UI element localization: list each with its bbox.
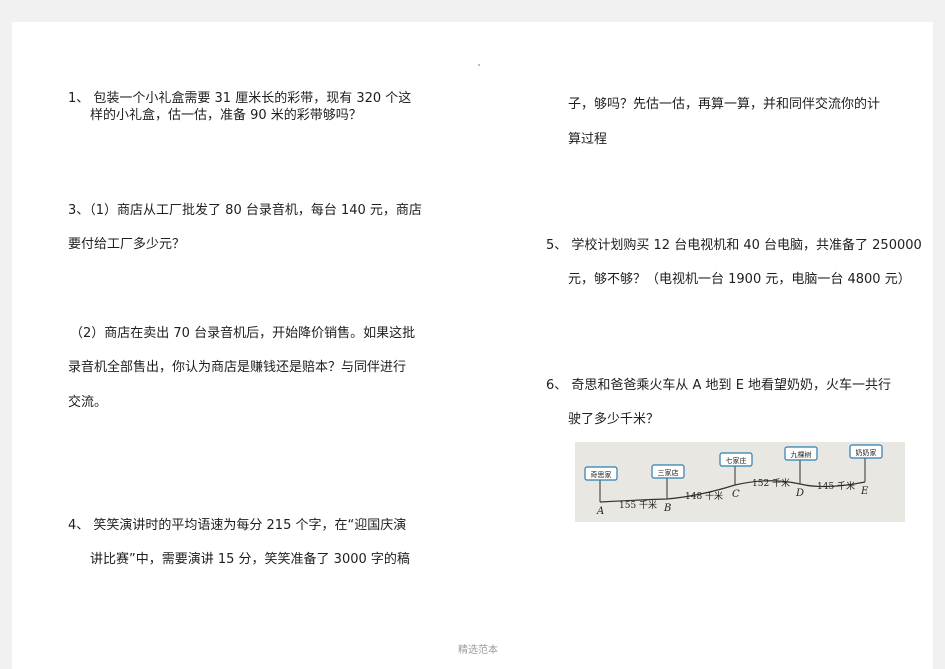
distance-cd: 152 千米 xyxy=(752,477,790,489)
q4-cont-line2: 算过程 xyxy=(568,132,608,147)
q1-line1: 1、 包装一个小礼盒需要 31 厘米长的彩带，现有 320 个这 xyxy=(68,91,412,106)
sign-label-b: 三家店 xyxy=(658,468,679,477)
point-b: B xyxy=(663,503,671,514)
point-c: C xyxy=(732,489,740,500)
sign-label-e: 奶奶家 xyxy=(856,448,877,457)
point-a: A xyxy=(596,506,604,517)
q6-line1: 6、 奇思和爸爸乘火车从 A 地到 E 地看望奶奶，火车一共行 xyxy=(546,378,892,393)
page-footer: 精选范本 xyxy=(458,645,498,656)
q6-line2: 驶了多少千米？ xyxy=(568,412,660,427)
route-diagram: 奇思家 三家店 七家庄 九棵树 奶奶家 A B C D E 155 千米 148… xyxy=(584,444,883,517)
sign-label-c: 七家庄 xyxy=(726,456,747,465)
q3-part2-line3: 交流。 xyxy=(68,395,108,410)
distance-de: 145 千米 xyxy=(817,480,855,492)
q3-line2: 要付给工厂多少元？ xyxy=(68,237,186,252)
point-e: E xyxy=(860,486,869,497)
q4-line2: 讲比赛”中，需要演讲 15 分，笑笑准备了 3000 字的稿 xyxy=(90,552,410,567)
q5-line1: 5、 学校计划购买 12 台电视机和 40 台电脑，共准备了 250000 xyxy=(546,238,922,253)
q1-line2: 样的小礼盒，估一估，准备 90 米的彩带够吗？ xyxy=(90,108,362,123)
q4-cont-line1: 子，够吗？先估一估，再算一算，并和同伴交流你的计 xyxy=(568,97,881,112)
distance-ab: 155 千米 xyxy=(619,499,657,511)
q3-part2-line2: 录音机全部售出，你认为商店是赚钱还是赔本？与同伴进行 xyxy=(68,360,407,375)
sign-label-a: 奇思家 xyxy=(591,470,612,479)
q3-part2-line1: （2）商店在卖出 70 台录音机后，开始降价销售。如果这批 xyxy=(70,326,416,341)
sign-label-d: 九棵树 xyxy=(791,450,812,459)
point-d: D xyxy=(795,488,804,499)
q5-line2: 元，够不够？（电视机一台 1900 元，电脑一台 4800 元） xyxy=(568,272,911,287)
q4-line1: 4、 笑笑演讲时的平均语速为每分 215 个字，在“迎国庆演 xyxy=(68,518,407,533)
q3-line1: 3、（1）商店从工厂批发了 80 台录音机，每台 140 元，商店 xyxy=(68,203,422,218)
distance-bc: 148 千米 xyxy=(685,490,723,502)
route-figure: 奇思家 三家店 七家庄 九棵树 奶奶家 A B C D E 155 千米 148… xyxy=(575,442,905,522)
center-mark xyxy=(478,64,480,66)
